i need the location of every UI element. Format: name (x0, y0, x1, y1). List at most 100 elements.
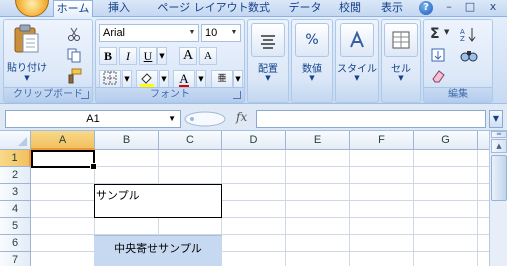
column-header-h[interactable] (478, 131, 489, 150)
vertical-scrollbar[interactable]: ═ ▲ (489, 131, 507, 266)
underline-dropdown[interactable]: ▼ (157, 47, 167, 65)
chevron-down-icon[interactable]: ▼ (228, 25, 240, 41)
editing-group-label: 編集 (424, 87, 492, 102)
number-format-button[interactable]: % (295, 23, 329, 57)
formula-input[interactable] (256, 110, 486, 128)
cell-b3[interactable]: サンプル (94, 184, 222, 218)
sort-filter-icon[interactable]: AZ (460, 26, 476, 43)
gridline (349, 150, 350, 266)
bold-button[interactable]: B (99, 47, 117, 65)
row-header-1[interactable]: 1 (0, 150, 31, 167)
font-size-combo[interactable]: 10 ▼ (201, 24, 241, 42)
cut-icon[interactable] (66, 26, 82, 42)
tab-review[interactable]: 校閲 (334, 0, 366, 17)
font-color-icon: A (179, 71, 189, 88)
cells-group: セル ▼ (381, 19, 421, 103)
name-box[interactable]: A1 ▼ (5, 110, 181, 128)
underline-button[interactable]: U (139, 47, 157, 65)
column-header-b[interactable]: B (95, 131, 159, 150)
chevron-down-icon[interactable]: ▼ (292, 74, 332, 82)
font-color-dropdown[interactable]: ▼ (196, 70, 206, 88)
expand-formula-bar-button[interactable]: ▼ (489, 110, 503, 128)
borders-icon (103, 71, 117, 85)
copy-icon[interactable] (66, 47, 82, 63)
restore-button[interactable]: □ (462, 0, 478, 15)
formula-controls: fx (183, 110, 253, 128)
cells-button[interactable] (384, 23, 418, 57)
clipboard-dialog-launcher[interactable] (81, 91, 89, 99)
italic-button[interactable]: I (119, 47, 137, 65)
chevron-down-icon[interactable]: ▼ (248, 74, 288, 82)
tab-view[interactable]: 表示 (376, 0, 408, 17)
cell-b6[interactable]: 中央寄せサンプル (94, 235, 222, 266)
split-handle[interactable]: ═ (491, 131, 507, 138)
styles-label[interactable]: スタイル (336, 60, 378, 75)
tab-home[interactable]: ホーム (53, 0, 93, 17)
styles-group: スタイル ▼ (335, 19, 379, 103)
number-group: % 数値 ▼ (291, 19, 333, 103)
fill-color-dropdown[interactable]: ▼ (159, 70, 169, 88)
font-group: Arial ▼ 10 ▼ B I U ▼ A A ▼ ▼ A ▼ 亜 ▼ フォン… (95, 19, 245, 103)
find-icon[interactable] (460, 47, 478, 63)
clipboard-group: 貼り付け ▼ クリップボード (3, 19, 93, 103)
tab-insert[interactable]: 挿入 (103, 0, 135, 17)
fill-down-icon[interactable] (430, 47, 446, 63)
styles-button[interactable] (340, 23, 374, 57)
name-box-value: A1 (86, 113, 100, 125)
clear-icon[interactable] (430, 68, 446, 84)
font-dialog-launcher[interactable] (233, 91, 241, 99)
select-all-button[interactable] (0, 131, 31, 150)
scroll-up-button[interactable]: ▲ (491, 139, 507, 153)
column-header-g[interactable]: G (414, 131, 478, 150)
worksheet-grid[interactable]: A B C D E F G 1 2 3 4 5 6 7 サンプル 中央寄せサンプ… (0, 131, 489, 266)
format-painter-icon[interactable] (66, 68, 82, 84)
chevron-down-icon[interactable]: ▼ (7, 74, 47, 82)
phonetic-dropdown[interactable]: ▼ (233, 70, 243, 88)
close-button[interactable]: x (485, 0, 501, 15)
row-header-2[interactable]: 2 (0, 167, 31, 184)
insert-function-button[interactable]: fx (236, 110, 247, 124)
font-group-label: フォント (96, 87, 244, 102)
alignment-label[interactable]: 配置 (248, 60, 288, 75)
phonetic-button[interactable]: 亜 (211, 70, 233, 88)
borders-button[interactable] (99, 70, 121, 88)
cells-icon (392, 31, 410, 49)
tab-data[interactable]: データ (287, 0, 323, 17)
gridline (285, 150, 286, 266)
editing-group: Σ ▼ AZ 編集 (423, 19, 493, 103)
scroll-thumb[interactable] (491, 155, 507, 201)
chevron-down-icon[interactable]: ▼ (186, 25, 198, 41)
shrink-font-button[interactable]: A (199, 47, 217, 65)
chevron-down-icon[interactable]: ▼ (382, 74, 420, 82)
ribbon-tab-bar: ホーム 挿入 ページ レイアウト 数式 データ 校閲 表示 ? – □ x (0, 0, 507, 17)
column-header-d[interactable]: D (222, 131, 286, 150)
cells-label[interactable]: セル (382, 60, 420, 75)
help-icon[interactable]: ? (419, 1, 433, 15)
office-button[interactable] (15, 0, 49, 17)
font-name-value: Arial (103, 27, 126, 39)
column-header-f[interactable]: F (350, 131, 414, 150)
grow-font-button[interactable]: A (179, 47, 197, 65)
font-name-combo[interactable]: Arial ▼ (99, 24, 199, 42)
row-header-4[interactable]: 4 (0, 201, 31, 218)
tab-formulas[interactable]: 数式 (243, 0, 275, 17)
chevron-down-icon[interactable]: ▼ (444, 28, 460, 44)
formula-bar: A1 ▼ fx ▼ (0, 104, 507, 131)
paste-button[interactable]: 貼り付け ▼ (7, 24, 47, 84)
row-header-6[interactable]: 6 (0, 235, 31, 252)
fill-color-button[interactable] (136, 70, 158, 88)
number-label[interactable]: 数値 (292, 60, 332, 75)
chevron-down-icon[interactable]: ▼ (168, 111, 176, 127)
font-color-button[interactable]: A (173, 70, 195, 88)
row-header-7[interactable]: 7 (0, 252, 31, 266)
column-header-a[interactable]: A (31, 131, 95, 150)
column-header-c[interactable]: C (159, 131, 222, 150)
row-header-3[interactable]: 3 (0, 184, 31, 201)
minimize-button[interactable]: – (441, 0, 457, 15)
chevron-down-icon[interactable]: ▼ (336, 74, 378, 82)
alignment-button[interactable] (251, 23, 285, 57)
active-cell-a1[interactable] (31, 150, 97, 170)
column-header-e[interactable]: E (286, 131, 350, 150)
row-header-5[interactable]: 5 (0, 218, 31, 235)
borders-dropdown[interactable]: ▼ (122, 70, 132, 88)
